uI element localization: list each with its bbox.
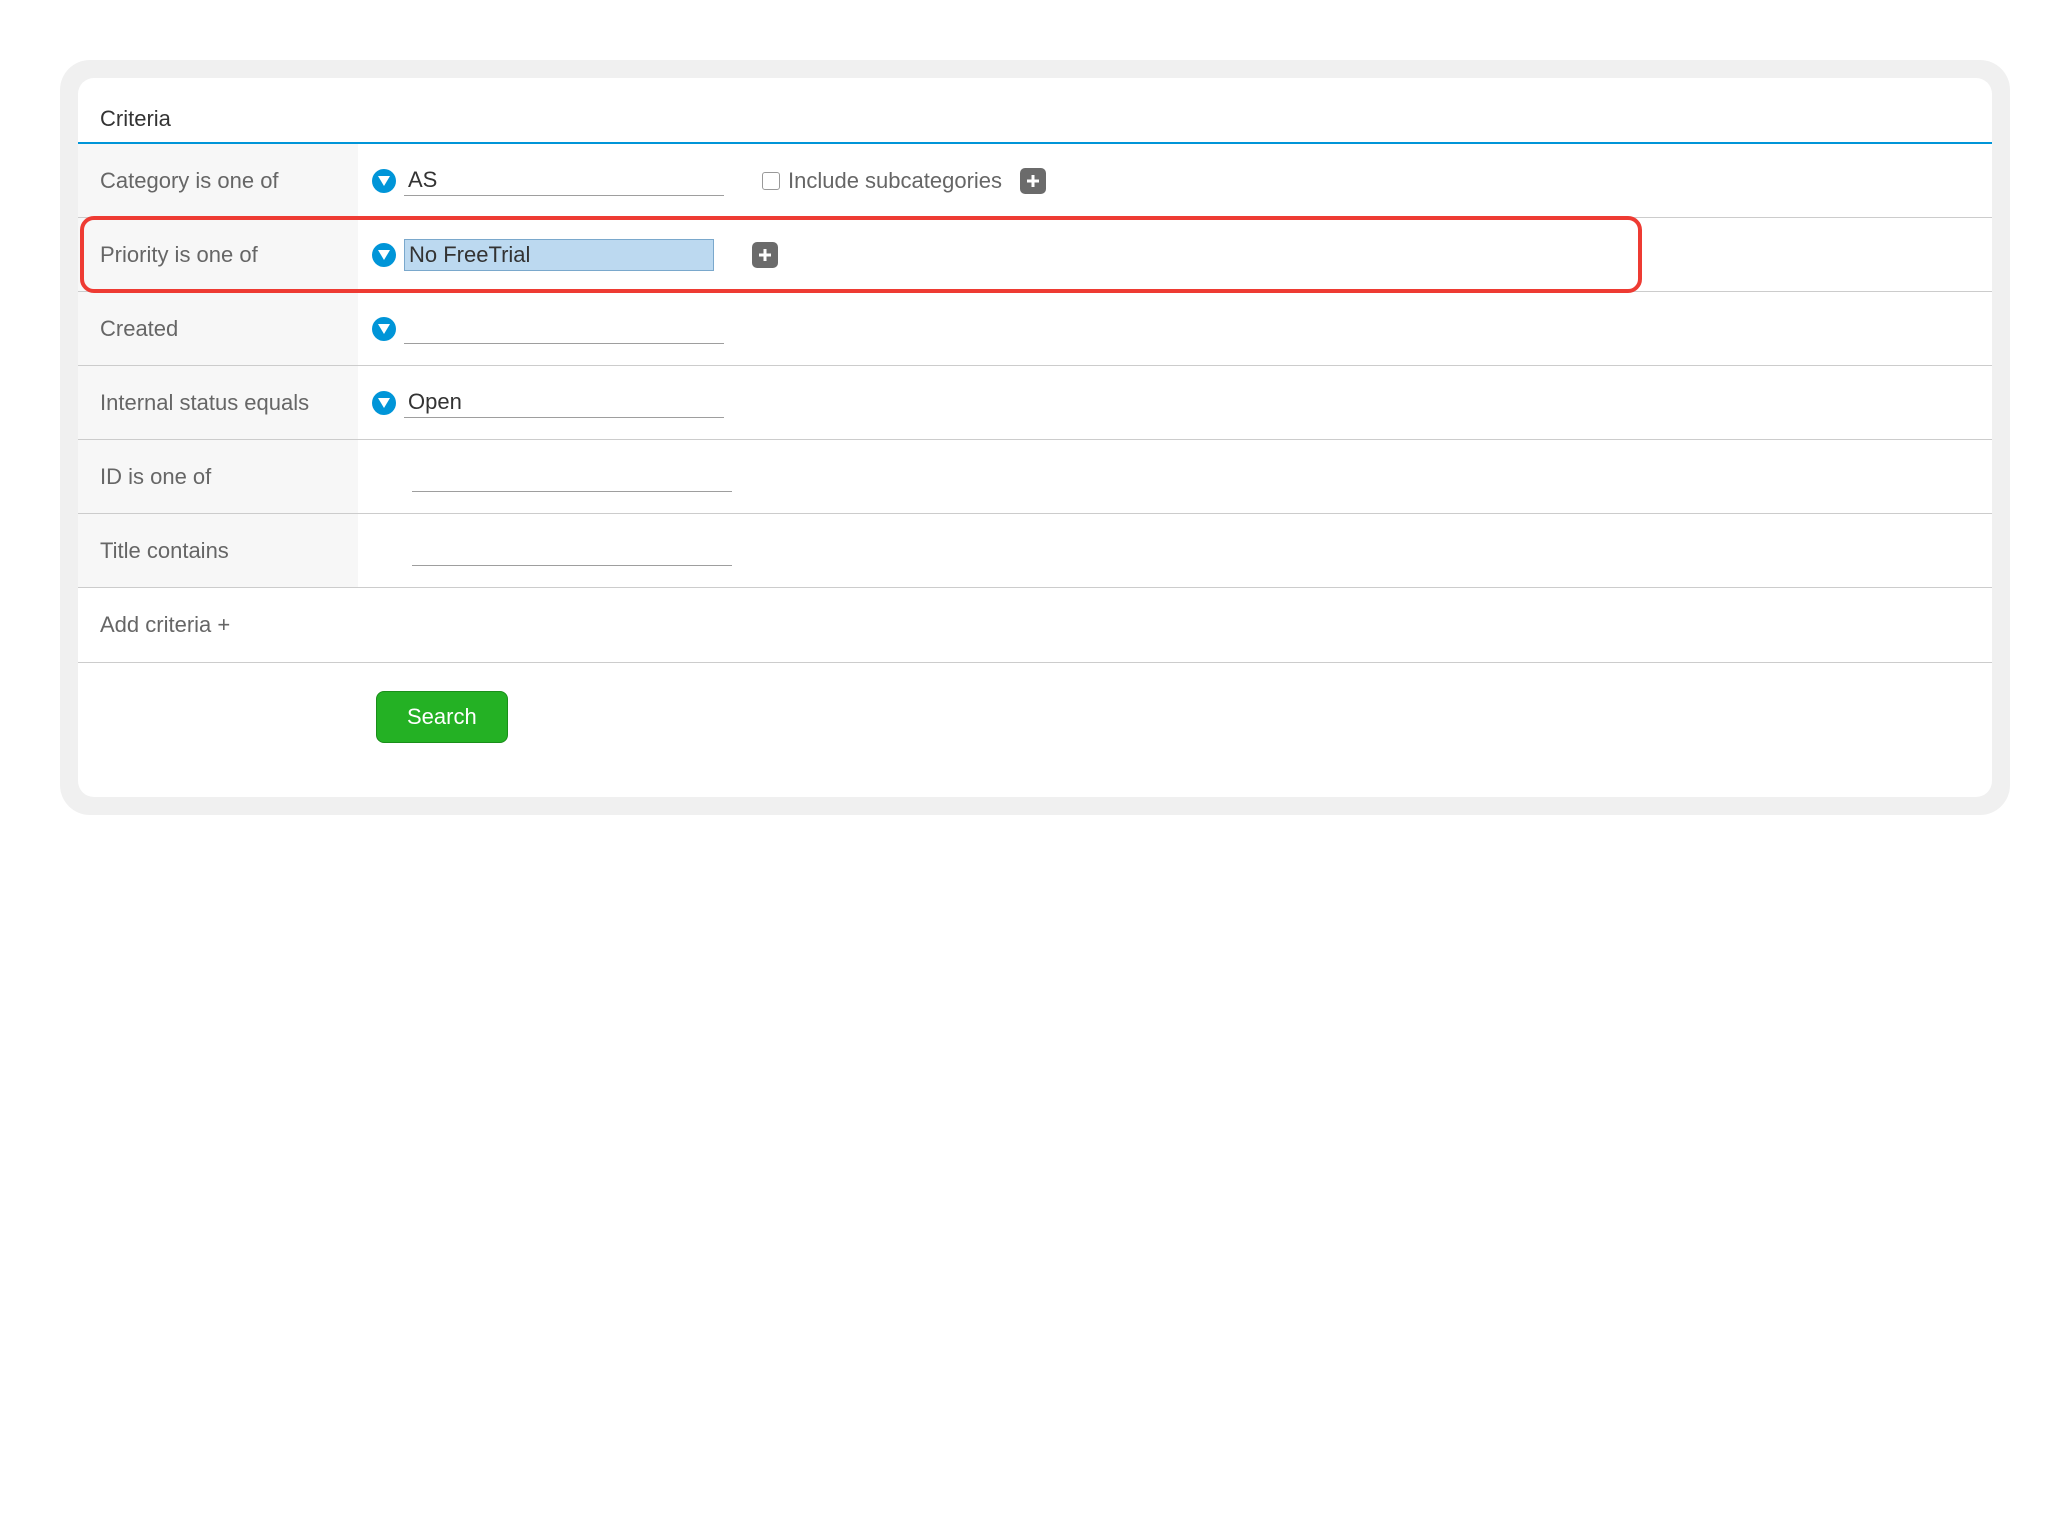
dropdown-icon[interactable] — [372, 169, 396, 193]
dropdown-icon[interactable] — [372, 243, 396, 267]
priority-input[interactable] — [404, 239, 714, 271]
dropdown-icon[interactable] — [372, 391, 396, 415]
created-label: Created — [78, 292, 358, 365]
title-input[interactable] — [412, 535, 732, 566]
include-subcategories-wrap: Include subcategories — [762, 168, 1002, 194]
title-value-cell — [358, 521, 1992, 580]
category-input[interactable] — [404, 165, 724, 196]
search-row: Search — [78, 663, 1992, 797]
id-label: ID is one of — [78, 440, 358, 513]
internal-status-input[interactable] — [404, 387, 724, 418]
criteria-row-created: Created — [78, 292, 1992, 366]
add-priority-button[interactable] — [752, 242, 778, 268]
criteria-row-title: Title contains — [78, 514, 1992, 588]
criteria-header: Criteria — [78, 78, 1992, 144]
id-input[interactable] — [412, 461, 732, 492]
criteria-panel-inner: Criteria Category is one of Include subc… — [78, 78, 1992, 797]
category-label: Category is one of — [78, 144, 358, 217]
add-category-button[interactable] — [1020, 168, 1046, 194]
priority-label: Priority is one of — [78, 218, 358, 291]
priority-value-cell — [358, 225, 1992, 285]
internal-status-label: Internal status equals — [78, 366, 358, 439]
dropdown-icon[interactable] — [372, 317, 396, 341]
add-criteria-button[interactable]: Add criteria + — [78, 588, 1992, 663]
internal-status-value-cell — [358, 373, 1992, 432]
title-label: Title contains — [78, 514, 358, 587]
criteria-row-category: Category is one of Include subcategories — [78, 144, 1992, 218]
criteria-row-internal-status: Internal status equals — [78, 366, 1992, 440]
include-subcategories-label: Include subcategories — [788, 168, 1002, 194]
criteria-panel: Criteria Category is one of Include subc… — [60, 60, 2010, 815]
criteria-row-id: ID is one of — [78, 440, 1992, 514]
created-value-cell — [358, 299, 1992, 358]
id-value-cell — [358, 447, 1992, 506]
include-subcategories-checkbox[interactable] — [762, 172, 780, 190]
created-input[interactable] — [404, 313, 724, 344]
criteria-row-priority: Priority is one of — [78, 218, 1992, 292]
category-value-cell: Include subcategories — [358, 151, 1992, 210]
search-button[interactable]: Search — [376, 691, 508, 743]
